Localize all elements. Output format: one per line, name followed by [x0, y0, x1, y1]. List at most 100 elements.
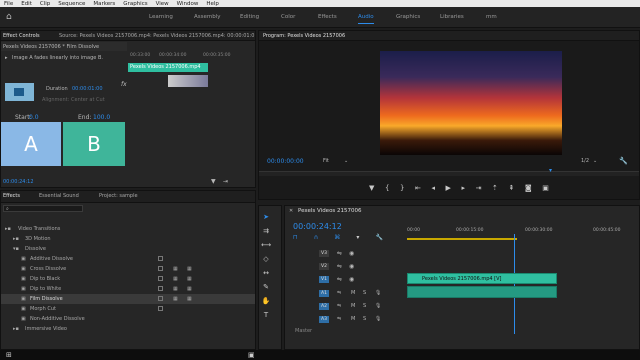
duration-value[interactable]: 00:00:01:00 [72, 86, 103, 92]
menu-graphics[interactable]: Graphics [123, 1, 147, 7]
settings-wrench-icon[interactable]: 🔧 [619, 157, 628, 165]
solo-icon[interactable]: S [363, 290, 366, 296]
sync-lock-icon[interactable]: ⇋ [337, 263, 342, 270]
tab-effects[interactable]: Effects [3, 193, 20, 199]
workspace-effects[interactable]: Effects [318, 14, 337, 20]
expand-arrow-icon[interactable]: ▸ [5, 55, 8, 61]
go-to-in-icon[interactable]: ⇤ [415, 184, 421, 194]
step-back-icon[interactable]: ◂ [431, 184, 435, 194]
export-frame-icon[interactable]: ◙ [525, 184, 532, 194]
list-item[interactable]: ▣ Additive Dissolve [1, 254, 255, 264]
list-item[interactable]: ▣ Cross Dissolve ▦ ▦ [1, 264, 255, 274]
tab-effect-controls[interactable]: Effect Controls [3, 33, 40, 39]
program-title[interactable]: Program: Pexels Videos 2157006 [263, 33, 345, 39]
sync-lock-icon[interactable]: ⇋ [337, 276, 342, 283]
playhead-icon[interactable]: ▾ [549, 167, 552, 174]
razor-tool-icon[interactable]: ◇ [261, 254, 271, 264]
resolution-chevron-icon[interactable]: ⌄ [593, 158, 597, 164]
workspace-graphics[interactable]: Graphics [396, 14, 420, 20]
work-area-bar[interactable] [407, 238, 517, 240]
workspace-mm[interactable]: mm [486, 14, 497, 20]
tab-essential-sound[interactable]: Essential Sound [39, 193, 79, 199]
alignment-value[interactable]: Center at Cut [71, 97, 105, 103]
sync-lock-icon[interactable]: ⇋ [337, 250, 342, 257]
program-timecode[interactable]: 00:00:00:00 [267, 158, 304, 165]
ec-timecode[interactable]: 00:00:24:12 [3, 179, 34, 185]
sync-lock-icon[interactable]: ⇋ [337, 316, 341, 322]
solo-icon[interactable]: S [363, 303, 366, 309]
close-icon[interactable]: ✕ [289, 208, 293, 214]
go-to-out-icon[interactable]: ⇥ [476, 184, 482, 194]
eye-icon[interactable]: ◉ [349, 263, 354, 270]
track-a2[interactable]: A2 [319, 303, 329, 310]
in-point-icon[interactable]: { [385, 184, 389, 194]
timeline-settings-icon[interactable]: 🔧 [375, 234, 382, 242]
ec-transition-block[interactable] [168, 75, 208, 87]
solo-icon[interactable]: S [363, 316, 366, 322]
mute-icon[interactable]: M [351, 290, 355, 296]
play-icon[interactable]: ▶ [446, 184, 451, 194]
fit-dropdown[interactable]: Fit [323, 158, 329, 164]
list-item-selected[interactable]: ▣ Film Dissolve ▦ ▦ [1, 294, 255, 304]
list-item[interactable]: ▸▪ 3D Motion [1, 234, 255, 244]
menu-edit[interactable]: Edit [21, 1, 32, 7]
program-scrub-bar[interactable] [259, 171, 639, 176]
start-icon[interactable]: ⊞ [6, 351, 12, 359]
menu-sequence[interactable]: Sequence [58, 1, 85, 7]
add-marker-icon[interactable]: ▾ [356, 234, 359, 242]
track-a1[interactable]: A1 [319, 290, 329, 297]
menu-file[interactable]: File [4, 1, 13, 7]
list-item[interactable]: ▾▪ Dissolve [1, 244, 255, 254]
ec-clip[interactable]: Pexels Videos 2157006.mp4 [128, 63, 208, 72]
workspace-editing[interactable]: Editing [240, 14, 259, 20]
marker-icon[interactable]: ▼ [369, 184, 374, 194]
resolution-dropdown[interactable]: 1/2 [581, 158, 589, 164]
workspace-libraries[interactable]: Libraries [440, 14, 464, 20]
eye-icon[interactable]: ◉ [349, 250, 354, 257]
step-forward-icon[interactable]: ▸ [461, 184, 465, 194]
filter-icon[interactable]: ▼ [211, 178, 216, 185]
track-a3[interactable]: A3 [319, 316, 329, 323]
mic-icon[interactable]: 🎙 [375, 290, 381, 296]
track-select-tool-icon[interactable]: ⇉ [261, 226, 271, 236]
list-item[interactable]: ▸▪ Immersive Video [1, 324, 255, 334]
transition-preview[interactable] [5, 83, 34, 101]
mic-icon[interactable]: 🎙 [375, 316, 381, 322]
workspace-audio[interactable]: Audio [358, 14, 374, 24]
out-point-icon[interactable]: } [400, 184, 404, 194]
insert-overwrite-icon[interactable]: ⊓ [293, 234, 298, 242]
start-value[interactable]: 0.0 [29, 114, 39, 121]
selection-tool-icon[interactable]: ➤ [261, 212, 271, 222]
button-editor-icon[interactable]: ▣ [542, 184, 549, 194]
ripple-edit-tool-icon[interactable]: ⟷ [261, 240, 271, 250]
audio-clip[interactable] [407, 286, 557, 298]
list-item[interactable]: ▸▪ Video Transitions [1, 224, 255, 234]
menu-view[interactable]: View [156, 1, 169, 7]
sync-lock-icon[interactable]: ⇋ [337, 303, 341, 309]
track-v3[interactable]: V3 [319, 250, 329, 257]
workspace-assembly[interactable]: Assembly [194, 14, 221, 20]
type-tool-icon[interactable]: T [261, 310, 271, 320]
mic-icon[interactable]: 🎙 [375, 303, 381, 309]
track-v1[interactable]: V1 [319, 276, 329, 283]
sync-lock-icon[interactable]: ⇋ [337, 290, 341, 296]
timeline-timecode[interactable]: 00:00:24:12 [293, 222, 342, 231]
effects-search-input[interactable]: ⌕ [3, 205, 83, 212]
snap-icon[interactable]: ∩ [314, 234, 318, 242]
mute-icon[interactable]: M [351, 303, 355, 309]
menu-window[interactable]: Window [177, 1, 199, 7]
list-item[interactable]: ▣ Dip to Black ▦ ▦ [1, 274, 255, 284]
hand-tool-icon[interactable]: ✋ [261, 296, 271, 306]
list-item[interactable]: ▣ Non-Additive Dissolve [1, 314, 255, 324]
mute-icon[interactable]: M [351, 316, 355, 322]
track-v2[interactable]: V2 [319, 263, 329, 270]
linked-selection-icon[interactable]: ⌘ [334, 234, 340, 242]
tab-project[interactable]: Project: sample [99, 193, 138, 199]
list-item[interactable]: ▣ Dip to White ▦ ▦ [1, 284, 255, 294]
slip-tool-icon[interactable]: ↔ [261, 268, 271, 278]
workspace-learning[interactable]: Learning [149, 14, 173, 20]
lift-icon[interactable]: ⇡ [492, 184, 498, 194]
extract-icon[interactable]: ⇞ [508, 184, 514, 194]
export-icon[interactable]: ⇥ [223, 178, 228, 185]
menu-help[interactable]: Help [206, 1, 219, 7]
